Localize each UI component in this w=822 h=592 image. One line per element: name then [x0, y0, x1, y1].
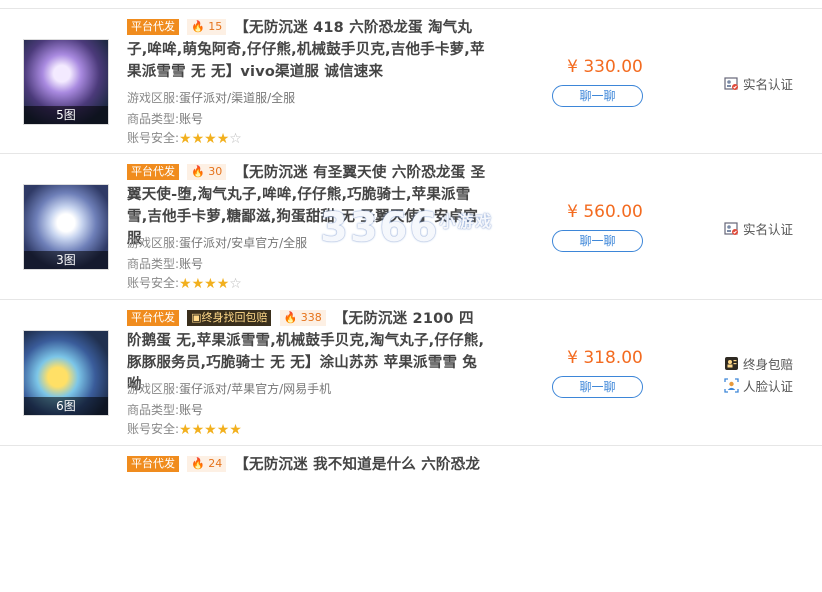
platform-tag: 平台代发	[127, 310, 179, 326]
platform-tag: 平台代发	[127, 456, 179, 472]
face-id-icon	[724, 378, 739, 393]
star-filled-icon: ★	[204, 131, 217, 147]
security-row: 账号安全:★★★★☆	[127, 129, 242, 146]
security-label: 账号安全:	[127, 276, 180, 290]
security-row: 账号安全:★★★★★	[127, 420, 242, 437]
heat-count: 338	[300, 311, 322, 324]
heat-badge: 🔥 15	[187, 19, 227, 35]
server-value: 蛋仔派对/渠道服/全服	[179, 91, 296, 105]
security-stars: ★★★★☆	[179, 277, 242, 291]
chat-button[interactable]: 聊一聊	[552, 85, 643, 107]
fire-icon: 🔥	[191, 165, 205, 178]
listing-item[interactable]: 3图 平台代发 🔥 30 【无防沉迷 有圣翼天使 六阶恐龙蛋 圣翼天使-堕,淘气…	[0, 154, 822, 300]
id-card-icon	[724, 76, 739, 91]
server-value: 蛋仔派对/苹果官方/网易手机	[179, 382, 332, 396]
chat-button[interactable]: 聊一聊	[552, 376, 643, 398]
server-label: 游戏区服:	[127, 382, 180, 396]
price: ¥ 330.00	[567, 57, 643, 77]
heat-badge: 🔥 338	[279, 310, 326, 326]
badge-text: 实名认证	[743, 77, 794, 92]
listing-title[interactable]: 【无防沉迷 我不知道是什么 六阶恐龙	[234, 457, 480, 473]
badge-face: 人脸认证	[724, 376, 793, 395]
server-row: 游戏区服:蛋仔派对/苹果官方/网易手机	[127, 380, 331, 397]
security-stars: ★★★★☆	[179, 132, 242, 146]
star-filled-icon: ★	[191, 131, 205, 147]
badge-lifetime: 终身包赔	[724, 354, 793, 373]
badge-text: 终身包赔	[743, 357, 794, 372]
image-count: 5图	[24, 106, 108, 124]
lifetime-guarantee-text: 终身找回包赔	[201, 311, 268, 324]
badge-realname: 实名认证	[724, 74, 793, 93]
listing-item[interactable]: 平台代发 🔥 24 【无防沉迷 我不知道是什么 六阶恐龙	[0, 446, 822, 592]
star-filled-icon: ★	[216, 422, 230, 438]
type-row: 商品类型:账号	[127, 401, 203, 418]
security-stars: ★★★★★	[179, 423, 242, 437]
type-label: 商品类型:	[127, 257, 180, 271]
star-filled-icon: ★	[216, 276, 230, 292]
listing-thumbnail[interactable]: 5图	[23, 39, 109, 125]
server-label: 游戏区服:	[127, 236, 180, 250]
badge-text: 实名认证	[743, 222, 794, 237]
type-value: 账号	[179, 257, 204, 271]
listing-item[interactable]: 6图 平台代发 ▣终身找回包赔 🔥 338 【无防沉迷 2100 四阶鹅蛋 无,…	[0, 300, 822, 446]
badge-realname: 实名认证	[724, 219, 793, 238]
server-row: 游戏区服:蛋仔派对/渠道服/全服	[127, 89, 295, 106]
price: ¥ 318.00	[567, 348, 643, 368]
listing-thumbnail[interactable]: 3图	[23, 184, 109, 270]
listing-heading[interactable]: 平台代发 🔥 24 【无防沉迷 我不知道是什么 六阶恐龙	[127, 454, 487, 476]
star-empty-icon: ☆	[229, 276, 242, 292]
person-card-icon: ▣	[191, 311, 202, 324]
type-row: 商品类型:账号	[127, 110, 203, 127]
listing-title[interactable]: 【无防沉迷 418 六阶恐龙蛋 淘气丸子,哞哞,萌兔阿奇,仔仔熊,机械鼓手贝克,…	[127, 20, 485, 80]
star-filled-icon: ★	[191, 422, 205, 438]
fire-icon: 🔥	[283, 311, 298, 324]
star-filled-icon: ★	[179, 276, 192, 292]
security-row: 账号安全:★★★★☆	[127, 274, 242, 291]
badge-text: 人脸认证	[743, 379, 794, 394]
star-filled-icon: ★	[229, 422, 242, 438]
type-value: 账号	[179, 403, 204, 417]
fire-icon: 🔥	[191, 20, 205, 33]
listing-heading[interactable]: 平台代发 🔥 15 【无防沉迷 418 六阶恐龙蛋 淘气丸子,哞哞,萌兔阿奇,仔…	[127, 17, 487, 83]
heat-badge: 🔥 24	[187, 456, 227, 472]
platform-tag: 平台代发	[127, 164, 179, 180]
type-row: 商品类型:账号	[127, 255, 203, 272]
heat-badge: 🔥 30	[187, 164, 227, 180]
star-filled-icon: ★	[216, 131, 230, 147]
id-card-icon	[724, 221, 739, 236]
listing-thumbnail[interactable]: 6图	[23, 330, 109, 416]
platform-tag: 平台代发	[127, 19, 179, 35]
type-label: 商品类型:	[127, 403, 180, 417]
server-row: 游戏区服:蛋仔派对/安卓官方/全服	[127, 234, 307, 251]
shield-person-icon	[724, 356, 739, 371]
server-label: 游戏区服:	[127, 91, 180, 105]
star-filled-icon: ★	[204, 422, 217, 438]
heat-count: 30	[208, 165, 223, 178]
chat-button[interactable]: 聊一聊	[552, 230, 643, 252]
listing-item[interactable]: 5图 平台代发 🔥 15 【无防沉迷 418 六阶恐龙蛋 淘气丸子,哞哞,萌兔阿…	[0, 8, 822, 154]
security-label: 账号安全:	[127, 422, 180, 436]
star-filled-icon: ★	[191, 276, 205, 292]
type-label: 商品类型:	[127, 112, 180, 126]
lifetime-guarantee-tag: ▣终身找回包赔	[187, 310, 272, 326]
price: ¥ 560.00	[567, 202, 643, 222]
security-label: 账号安全:	[127, 131, 180, 145]
star-filled-icon: ★	[204, 276, 217, 292]
star-empty-icon: ☆	[229, 131, 242, 147]
type-value: 账号	[179, 112, 204, 126]
star-filled-icon: ★	[179, 422, 192, 438]
image-count: 6图	[24, 397, 108, 415]
heat-count: 15	[208, 20, 223, 33]
listing-list: 5图 平台代发 🔥 15 【无防沉迷 418 六阶恐龙蛋 淘气丸子,哞哞,萌兔阿…	[0, 0, 822, 473]
server-value: 蛋仔派对/安卓官方/全服	[179, 236, 308, 250]
star-filled-icon: ★	[179, 131, 192, 147]
image-count: 3图	[24, 251, 108, 269]
